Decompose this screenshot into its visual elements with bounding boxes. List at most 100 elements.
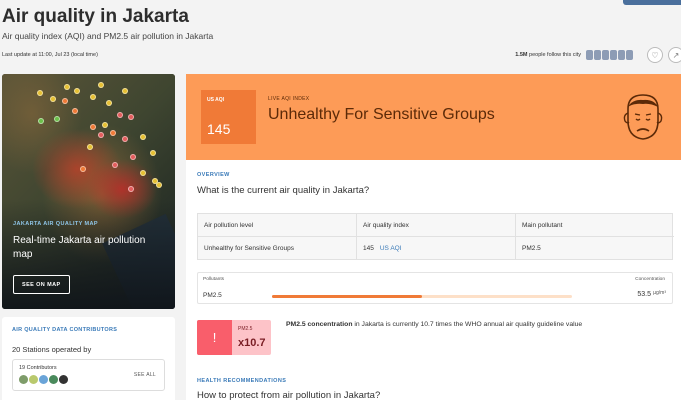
air-quality-map-card[interactable]: JAKARTA AIR QUALITY MAP Real-time Jakart… [2,74,175,309]
contributor-logo [29,375,38,384]
map-station-marker[interactable] [54,116,60,122]
map-station-marker[interactable] [37,90,43,96]
avatar [618,50,625,60]
map-station-marker[interactable] [90,124,96,130]
live-aqi-label: LIVE AQI INDEX [268,96,310,102]
follow-button[interactable]: ♡ [647,47,663,63]
map-station-marker[interactable] [140,170,146,176]
main-panel: US AQI 145 LIVE AQI INDEX Unhealthy For … [186,74,681,400]
aqi-level: Unhealthy For Sensitive Groups [268,106,495,123]
follower-avatars [586,50,633,60]
map-station-marker[interactable] [102,122,108,128]
table-header: Main pollutant [522,222,563,229]
avatar [610,50,617,60]
map-station-marker[interactable] [64,84,70,90]
pollutant-name: PM2.5 [203,292,222,299]
map-kicker: JAKARTA AIR QUALITY MAP [13,221,98,227]
followers: 1.5M people follow this city [515,50,633,60]
pollutant-bar-fill [272,295,422,298]
pollution-level-cell: Unhealthy for Sensitive Groups [198,237,357,260]
map-station-marker[interactable] [128,114,134,120]
pollutants-header: Pollutants [203,277,225,282]
map-station-marker[interactable] [74,88,80,94]
map-station-marker[interactable] [128,186,134,192]
map-station-marker[interactable] [38,118,44,124]
pollutant-value: 53.5 [637,291,651,298]
contributor-logo [49,375,58,384]
aqi-cell: 145 US AQI [357,237,516,260]
contributors-kicker: AIR QUALITY DATA CONTRIBUTORS [12,327,118,333]
aqi-value: 145 [207,121,231,137]
overview-kicker: OVERVIEW [197,172,230,178]
aqi-cell-unit: US AQI [379,245,402,252]
heart-icon: ♡ [651,50,659,60]
pm-badge-label: PM2.5 [238,326,253,332]
aqi-summary-table: Air pollution level Air quality index Ma… [197,213,674,260]
sad-face-icon [623,94,663,140]
pm-multiplier: x10.7 [238,337,266,349]
contributor-logo [19,375,28,384]
concentration-header: Concentration [635,277,665,282]
overview-question: What is the current air quality in Jakar… [197,185,370,196]
avatar [626,50,633,60]
aqi-label: US AQI [207,97,225,103]
pollutants-box: Pollutants Concentration PM2.5 53.5 µg/m… [197,272,673,304]
map-station-marker[interactable] [98,132,104,138]
pm-comparison-bold: PM2.5 concentration [286,321,353,328]
contributor-logo [39,375,48,384]
map-station-marker[interactable] [62,98,68,104]
aqi-box: US AQI 145 [201,90,256,144]
health-question: How to protect from air pollution in Jak… [197,390,381,400]
avatar [594,50,601,60]
stations-text: 20 Stations operated by [12,345,92,354]
map-station-marker[interactable] [87,144,93,150]
table-header: Air quality index [357,214,516,237]
pollutant-unit: µg/m³ [653,290,666,296]
map-station-marker[interactable] [90,94,96,100]
map-station-marker[interactable] [122,88,128,94]
map-station-marker[interactable] [150,150,156,156]
map-title: Real-time Jakarta air pollution map [13,235,146,260]
contributors-box[interactable]: 19 Contributors SEE ALL [12,359,165,391]
avatar [586,50,593,60]
see-on-map-button[interactable]: SEE ON MAP [13,275,70,294]
map-station-marker[interactable] [98,82,104,88]
pm-comparison-rest: in Jakarta is currently 10.7 times the W… [352,321,583,328]
map-station-marker[interactable] [110,130,116,136]
share-icon: ↗ [672,50,680,60]
map-station-marker[interactable] [80,166,86,172]
page-title: Air quality in Jakarta [2,6,189,27]
contributors-count: 19 Contributors [19,365,57,371]
map-station-marker[interactable] [122,136,128,142]
pm-comparison-text: PM2.5 concentration in Jakarta is curren… [286,321,681,328]
contributors-card: AIR QUALITY DATA CONTRIBUTORS 20 Station… [2,317,175,400]
table-header: Air pollution level [198,214,357,237]
share-button[interactable]: ↗ [668,47,681,63]
page-subtitle: Air quality index (AQI) and PM2.5 air po… [2,31,214,41]
map-station-marker[interactable] [156,182,162,188]
map-station-marker[interactable] [117,112,123,118]
map-station-marker[interactable] [72,108,78,114]
exclamation-icon: ! [197,320,232,355]
main-pollutant-cell: PM2.5 [522,245,541,252]
health-kicker: HEALTH RECOMMENDATIONS [197,378,287,384]
contributor-logo [59,375,68,384]
aqi-cell-value: 145 [363,245,374,252]
avatar [602,50,609,60]
map-station-marker[interactable] [140,134,146,140]
followers-count: 1.5M [515,52,528,58]
contributor-logos [19,375,68,384]
pollutant-bar [272,295,572,298]
map-station-marker[interactable] [112,162,118,168]
aqi-banner: US AQI 145 LIVE AQI INDEX Unhealthy For … [186,74,681,160]
pm-multiplier-badge: ! PM2.5 x10.7 [197,320,271,355]
top-menu-tab[interactable] [623,0,681,5]
map-station-marker[interactable] [50,96,56,102]
followers-text: people follow this city [529,52,581,58]
map-station-marker[interactable] [106,100,112,106]
map-station-marker[interactable] [130,154,136,160]
see-all-link[interactable]: SEE ALL [134,372,156,378]
table-header-row: Air pollution level Air quality index Ma… [198,214,674,237]
table-row: Unhealthy for Sensitive Groups 145 US AQ… [198,237,674,260]
last-update: Last update at 11:00, Jul 23 (local time… [2,52,98,58]
